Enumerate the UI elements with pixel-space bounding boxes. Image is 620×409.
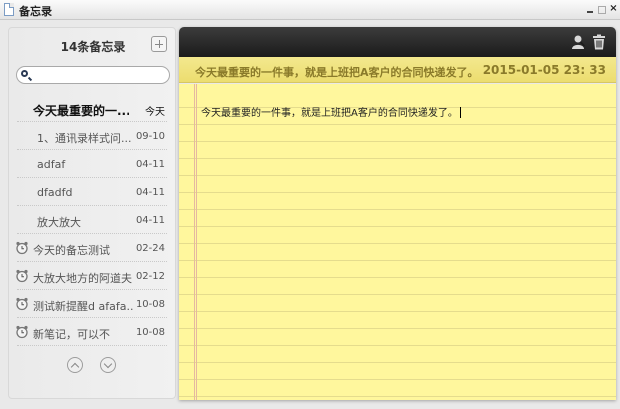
pager	[9, 355, 177, 375]
minimize-button[interactable]	[585, 2, 594, 16]
trash-icon[interactable]	[591, 34, 607, 50]
close-button[interactable]: ×	[609, 2, 618, 16]
note-list-item[interactable]: 1、通讯录样式问... 09-10	[17, 122, 167, 150]
note-title: 大放大地方的阿道夫	[33, 272, 132, 285]
search-icon	[21, 70, 28, 77]
note-list-item[interactable]: 今天的备忘测试 02-24	[15, 234, 167, 262]
note-date-label: 10-08	[135, 299, 165, 310]
share-icon[interactable]	[570, 34, 586, 50]
note-list-item[interactable]: 测试新提醒d afafa... 10-08	[15, 290, 167, 318]
note-date-label: 10-08	[135, 327, 165, 338]
alarm-clock-icon	[15, 269, 29, 283]
sidebar-header: 14条备忘录	[9, 28, 175, 62]
alarm-clock-icon	[15, 241, 29, 255]
page-down-button[interactable]	[100, 357, 116, 373]
note-paper[interactable]	[179, 84, 616, 400]
note-title: 今天的备忘测试	[33, 244, 110, 257]
note-date-label: 02-24	[135, 243, 165, 254]
note-title: 今天最重要的一...	[33, 104, 129, 118]
search-box[interactable]	[16, 66, 170, 84]
title-bar: 备忘录 ×	[0, 0, 620, 20]
app-icon	[4, 3, 14, 16]
page-up-button[interactable]	[67, 357, 83, 373]
note-list-item[interactable]: dfadfd 04-11	[17, 178, 167, 206]
note-title: dfadfd	[37, 186, 73, 199]
note-date-label: 09-10	[135, 131, 165, 142]
note-title: 新笔记，可以不	[33, 328, 110, 341]
note-date-label: 今天	[145, 107, 165, 118]
notes-sidebar: 14条备忘录 今天最重要的一... 今天 1、通讯录样式问... 09-10 adfaf…	[8, 27, 176, 399]
alarm-clock-icon	[15, 325, 29, 339]
note-list-item[interactable]: 大放大地方的阿道夫 02-12	[15, 262, 167, 290]
note-date-label: 04-11	[135, 215, 165, 226]
paper-margin-line	[194, 84, 197, 400]
note-list-item[interactable]: 新笔记，可以不 10-08	[15, 318, 167, 346]
note-date-label: 02-12	[135, 271, 165, 282]
note-header: 今天最重要的一件事，就是上班把A客户的合同快递发了。 2015-01-05 23…	[179, 57, 616, 83]
note-body[interactable]: 今天最重要的一件事，就是上班把A客户的合同快递发了。	[201, 104, 461, 119]
note-list: 今天最重要的一... 今天 1、通讯录样式问... 09-10 adfaf 04-11 df…	[9, 94, 175, 346]
alarm-clock-icon	[15, 297, 29, 311]
note-date-label: 04-11	[135, 187, 165, 198]
note-editor: 今天最重要的一件事，就是上班把A客户的合同快递发了。 2015-01-05 23…	[179, 27, 616, 400]
note-body-text: 今天最重要的一件事，就是上班把A客户的合同快递发了。	[201, 108, 458, 119]
editor-toolbar	[179, 27, 616, 57]
note-title: adfaf	[37, 158, 66, 171]
add-note-button[interactable]	[151, 36, 167, 52]
window-title: 备忘录	[19, 5, 52, 18]
note-list-item[interactable]: 今天最重要的一... 今天	[17, 94, 167, 122]
window-controls: ×	[585, 2, 618, 16]
note-list-item[interactable]: 放大放大 04-11	[17, 206, 167, 234]
note-title: 放大放大	[37, 216, 81, 229]
text-caret	[459, 107, 461, 118]
note-header-title: 今天最重要的一件事，就是上班把A客户的合同快递发了。	[195, 66, 479, 79]
note-date-label: 04-11	[135, 159, 165, 170]
note-date: 2015-01-05 23: 33	[482, 63, 606, 77]
maximize-button[interactable]	[597, 2, 606, 16]
search-input[interactable]	[33, 68, 163, 82]
note-title: 1、通讯录样式问...	[37, 132, 132, 145]
note-list-item[interactable]: adfaf 04-11	[17, 150, 167, 178]
note-title: 测试新提醒d afafa...	[33, 300, 133, 313]
